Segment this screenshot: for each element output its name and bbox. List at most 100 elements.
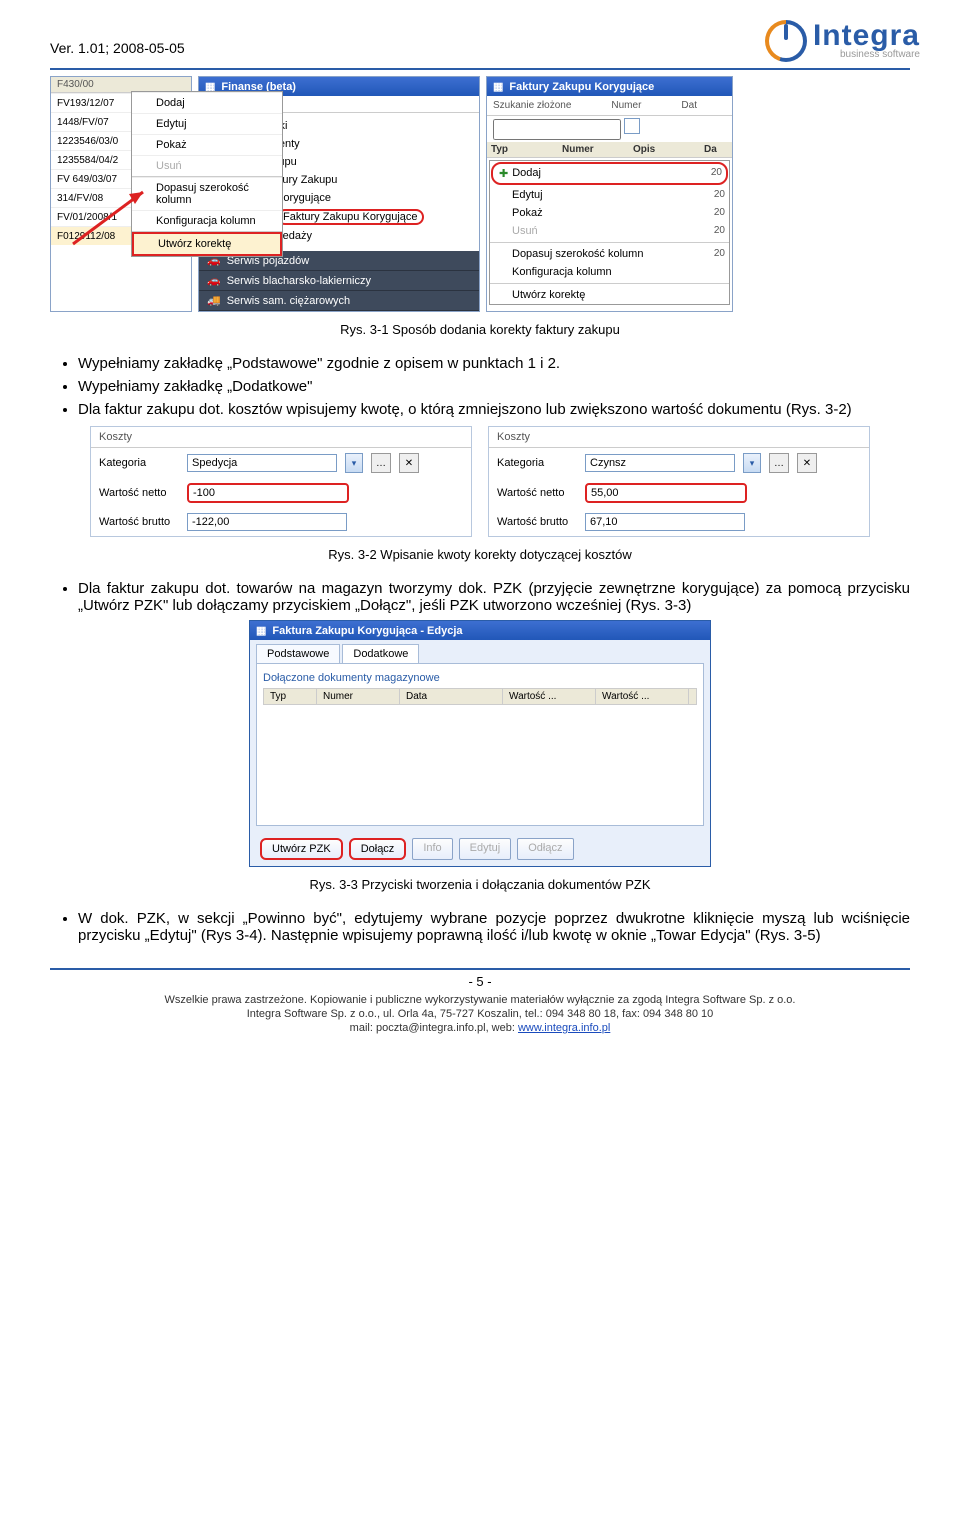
gross-value-input[interactable] <box>585 513 745 531</box>
label: Wartość netto <box>497 487 577 499</box>
group-label: Dołączone dokumenty magazynowe <box>263 672 697 684</box>
label: Wartość brutto <box>99 516 179 528</box>
ctx-show[interactable]: Pokaż20 <box>490 204 729 222</box>
window-title: ▦ Faktura Zakupu Korygująca - Edycja <box>250 621 710 640</box>
col-header[interactable]: Wartość ... <box>503 689 596 704</box>
tree-item[interactable]: Korygujące <box>276 192 331 204</box>
context-menu-right: ✚Dodaj20 Edytuj20 Pokaż20 Usuń20 Dopasuj… <box>489 160 730 305</box>
table-header: Typ Numer Data Wartość ... Wartość ... <box>263 688 697 705</box>
ctx-add[interactable]: Dodaj <box>132 92 282 113</box>
group-label: Koszty <box>91 427 471 448</box>
tab-basic[interactable]: Podstawowe <box>256 644 340 663</box>
label: Wartość brutto <box>497 516 577 528</box>
ctx-config-columns[interactable]: Konfiguracja kolumn <box>132 210 282 231</box>
bullet-list: Wypełniamy zakładkę „Podstawowe" zgodnie… <box>78 355 910 418</box>
bullet-item: Wypełniamy zakładkę „Podstawowe" zgodnie… <box>78 355 910 372</box>
window-title: ▦ Faktury Zakupu Korygujące <box>487 77 732 96</box>
category-select[interactable] <box>187 454 337 472</box>
col-header[interactable]: Numer <box>317 689 400 704</box>
edit-button: Edytuj <box>459 838 512 860</box>
bullet-item: Wypełniamy zakładkę „Dodatkowe" <box>78 378 910 395</box>
label: Kategoria <box>497 457 577 469</box>
window-icon: ▦ <box>256 624 266 637</box>
costs-panel-right: Koszty Kategoria ▾ … ✕ Wartość netto War… <box>488 426 870 537</box>
invoice-grid-panel: F430/00 FV193/12/07 1448/FV/07 1223546/0… <box>50 76 192 312</box>
category-select[interactable] <box>585 454 735 472</box>
logo-icon <box>765 20 807 62</box>
label: Wartość netto <box>99 487 179 499</box>
figure-caption-3-1: Rys. 3-1 Sposób dodania korekty faktury … <box>50 322 910 337</box>
figure-3-3: ▦ Faktura Zakupu Korygująca - Edycja Pod… <box>249 620 711 867</box>
more-button[interactable]: … <box>769 453 789 473</box>
info-button: Info <box>412 838 452 860</box>
bullet-item: Dla faktur zakupu dot. towarów na magazy… <box>78 580 910 614</box>
ctx-edit[interactable]: Edytuj <box>132 113 282 134</box>
search-input[interactable] <box>493 119 621 140</box>
window-icon: ▦ <box>493 80 503 93</box>
brand-name: Integra <box>813 23 920 49</box>
create-pzk-button[interactable]: Utwórz PZK <box>260 838 343 860</box>
plus-icon: ✚ <box>499 167 508 180</box>
group-label: Koszty <box>489 427 869 448</box>
page-number: - 5 - <box>50 974 910 989</box>
attach-button[interactable]: Dołącz <box>349 838 407 860</box>
dropdown-icon[interactable]: ▾ <box>743 453 761 473</box>
ctx-delete: Usuń <box>132 155 282 176</box>
ctx-edit[interactable]: Edytuj20 <box>490 186 729 204</box>
ctx-fit-columns[interactable]: Dopasuj szerokość kolumn <box>132 177 282 210</box>
more-button[interactable]: … <box>371 453 391 473</box>
tab-additional[interactable]: Dodatkowe <box>342 644 419 663</box>
dropdown-icon[interactable]: ▾ <box>345 453 363 473</box>
figure-3-1: F430/00 FV193/12/07 1448/FV/07 1223546/0… <box>50 76 910 312</box>
correction-list-panel: ▦ Faktury Zakupu Korygujące Szukanie zło… <box>486 76 733 312</box>
copyright-line: Wszelkie prawa zastrzeżone. Kopiowanie i… <box>50 993 910 1007</box>
figure-caption-3-3: Rys. 3-3 Przyciski tworzenia i dołączani… <box>50 877 910 892</box>
label: Kategoria <box>99 457 179 469</box>
col-header[interactable]: Da <box>704 144 728 155</box>
nav-item[interactable]: 🚚Serwis sam. ciężarowych <box>199 291 479 311</box>
col-header[interactable]: Wartość ... <box>596 689 689 704</box>
bullet-list: Dla faktur zakupu dot. towarów na magazy… <box>78 580 910 614</box>
clear-button[interactable]: ✕ <box>399 453 419 473</box>
gross-value-input[interactable] <box>187 513 347 531</box>
ctx-create-correction[interactable]: Utwórz korektę <box>132 232 282 256</box>
context-menu-left: Dodaj Edytuj Pokaż Usuń Dopasuj szerokoś… <box>131 91 283 257</box>
figure-3-2: Koszty Kategoria ▾ … ✕ Wartość netto War… <box>50 426 910 537</box>
col-left: F430/00 <box>57 79 94 90</box>
ctx-add[interactable]: ✚Dodaj20 <box>491 162 728 185</box>
figure-caption-3-2: Rys. 3-2 Wpisanie kwoty korekty dotycząc… <box>50 547 910 562</box>
ctx-config-columns[interactable]: Konfiguracja kolumn <box>490 263 729 281</box>
col-header[interactable]: Data <box>400 689 503 704</box>
ctx-delete: Usuń20 <box>490 222 729 240</box>
footer-rule <box>50 968 910 970</box>
nav-item[interactable]: 🚗Serwis blacharsko-lakierniczy <box>199 271 479 291</box>
car-icon: 🚗 <box>207 274 221 287</box>
filter-label: Dat <box>681 100 697 111</box>
website-link[interactable]: www.integra.info.pl <box>518 1022 610 1034</box>
clear-button[interactable]: ✕ <box>797 453 817 473</box>
tree-item-highlighted[interactable]: Faktury Zakupu Korygujące <box>277 209 424 225</box>
truck-icon: 🚚 <box>207 294 221 307</box>
col-header[interactable]: Typ <box>264 689 317 704</box>
brand-logo: Integra business software <box>765 20 920 62</box>
col-header[interactable]: Opis <box>633 144 704 155</box>
header-rule <box>50 68 910 70</box>
checkbox[interactable] <box>624 118 640 134</box>
bullet-list: W dok. PZK, w sekcji „Powinno być", edyt… <box>78 910 910 944</box>
costs-panel-left: Koszty Kategoria ▾ … ✕ Wartość netto War… <box>90 426 472 537</box>
footer: Wszelkie prawa zastrzeżone. Kopiowanie i… <box>50 993 910 1035</box>
ctx-create-correction[interactable]: Utwórz korektę <box>490 286 729 304</box>
filter-label: Szukanie złożone <box>493 100 571 111</box>
bullet-item: W dok. PZK, w sekcji „Powinno być", edyt… <box>78 910 910 944</box>
bullet-item: Dla faktur zakupu dot. kosztów wpisujemy… <box>78 401 910 418</box>
filter-label: Numer <box>611 100 641 111</box>
ctx-fit-columns[interactable]: Dopasuj szerokość kolumn20 <box>490 245 729 263</box>
address-line: Integra Software Sp. z o.o., ul. Orla 4a… <box>50 1007 910 1021</box>
detach-button: Odłącz <box>517 838 573 860</box>
net-value-input[interactable] <box>585 483 747 503</box>
net-value-input[interactable] <box>187 483 349 503</box>
contact-line: mail: poczta@integra.info.pl, web: <box>350 1022 518 1034</box>
col-header[interactable]: Typ <box>491 144 562 155</box>
col-header[interactable]: Numer <box>562 144 633 155</box>
ctx-show[interactable]: Pokaż <box>132 134 282 155</box>
